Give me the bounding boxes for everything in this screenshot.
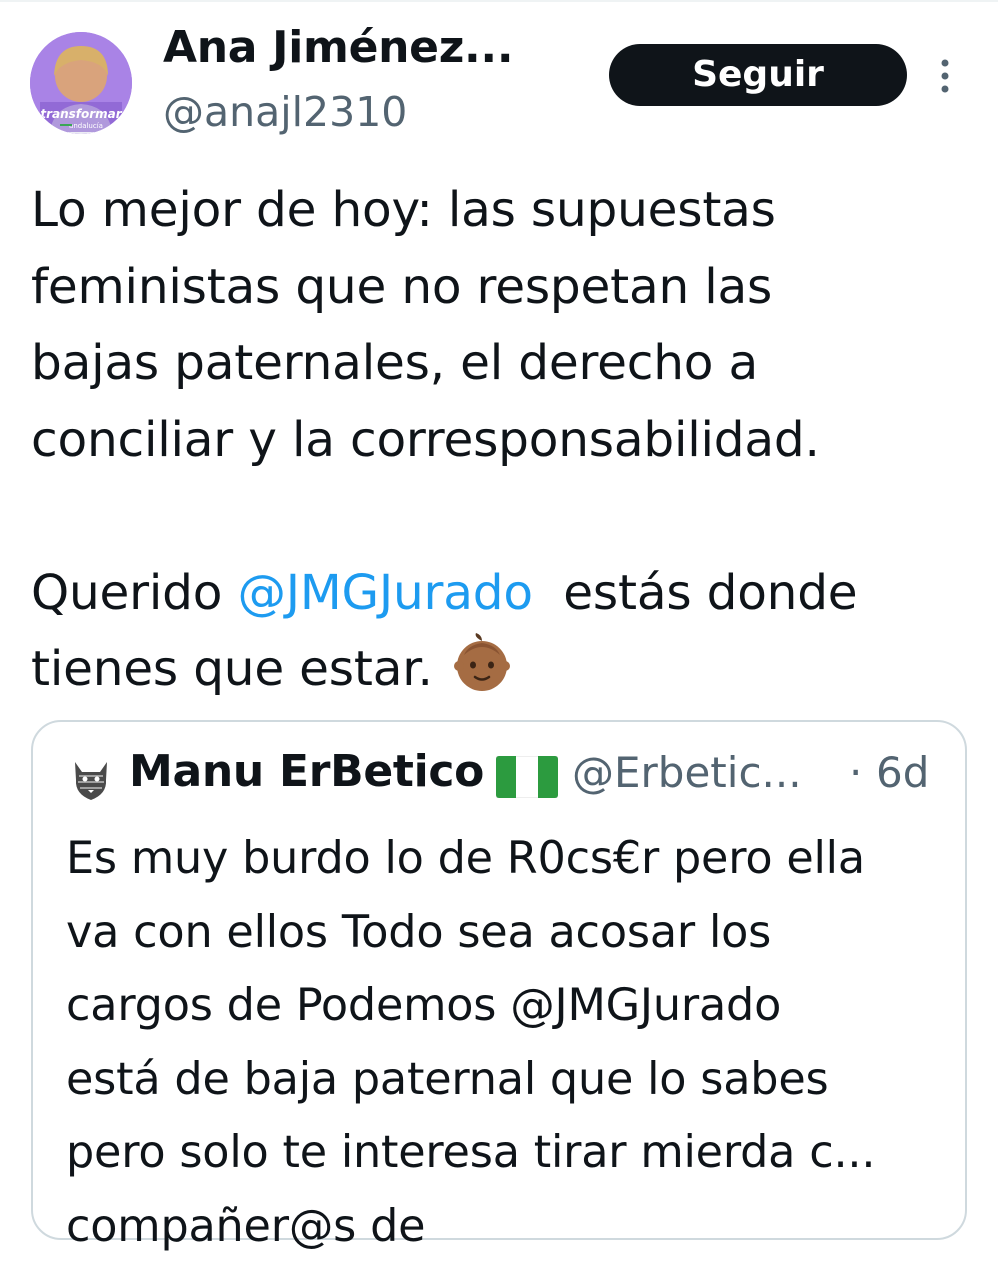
quoted-tweet-card[interactable]: Manu ErBetico @Erbetic... · 6d Es muy bu… [31,720,967,1240]
quote-separator: · [849,748,862,797]
mention-link[interactable]: @JMGJurado [237,565,532,621]
author-avatar[interactable]: transformar andalucía [30,32,132,134]
tweet-text: Lo mejor de hoy: las supuestas feminista… [31,172,981,708]
baby-emoji-icon [452,633,512,693]
quote-text-line: está de baja paternal que lo sabes [66,1043,956,1117]
svg-text:andalucía: andalucía [69,122,103,130]
tweet-text-line: tienes que estar. [31,631,981,708]
andalusia-flag-icon [496,756,558,798]
quote-text: Es muy burdo lo de R0cs€r pero ella va c… [66,822,956,1263]
tweet-text-line: conciliar y la corresponsabilidad. [31,402,981,479]
tweet-text-blank-line [31,478,981,555]
svg-text:transformar: transformar [40,107,122,121]
top-divider [0,0,998,2]
quote-author-name[interactable]: Manu ErBetico [129,746,484,797]
quote-text-line: pero solo te interesa tirar mierda c... [66,1116,956,1190]
quote-text-line: va con ellos Todo sea acosar los [66,896,956,970]
tweet-text-line: bajas paternales, el derecho a [31,325,981,402]
quote-text-line: compañer@s de [66,1190,956,1263]
tweet-text-segment: Querido [31,565,237,621]
quote-author-handle[interactable]: @Erbetic... [572,748,802,797]
tweet-text-line: feministas que no respetan las [31,249,981,326]
quote-text-line: Es muy burdo lo de R0cs€r pero ella [66,822,956,896]
tweet-text-line: Querido @JMGJurado estás donde [31,555,981,632]
quote-author-avatar[interactable] [69,758,113,802]
follow-button[interactable]: Seguir [609,44,907,106]
more-options-icon[interactable] [930,55,960,97]
tweet-text-line: Lo mejor de hoy: las supuestas [31,172,981,249]
tweet-text-segment: estás donde [533,565,858,621]
quote-text-line: cargos de Podemos @JMGJurado [66,969,956,1043]
author-handle[interactable]: @anajl2310 [163,88,407,136]
quote-timestamp[interactable]: 6d [876,748,929,797]
tweet-text-segment: tienes que estar. [31,641,433,697]
author-name[interactable]: Ana Jiménez... [163,22,513,73]
